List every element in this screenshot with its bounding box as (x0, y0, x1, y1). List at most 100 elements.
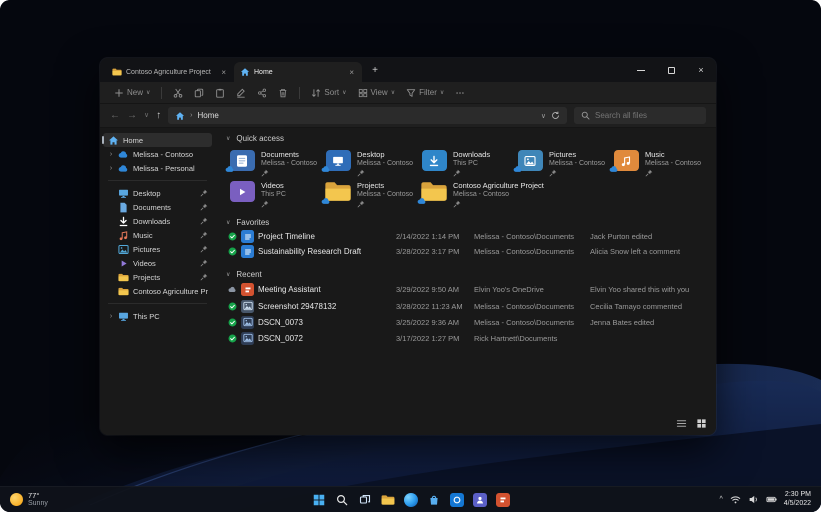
expand-chevron-icon[interactable]: › (108, 151, 114, 158)
powerpoint-button[interactable] (494, 491, 511, 508)
tile-contoso-agriculture-project[interactable]: Contoso Agriculture Project Melissa - Co… (420, 180, 544, 207)
tile-videos[interactable]: Videos This PC (228, 180, 324, 207)
back-button[interactable]: ← (110, 111, 120, 121)
task-view-icon (359, 494, 371, 506)
tile-music[interactable]: Music Melissa - Contoso (612, 149, 701, 176)
time: 2:30 PM (784, 491, 811, 500)
tile-desktop[interactable]: Desktop Melissa - Contoso (324, 149, 420, 176)
file-activity: Alicia Snow left a comment (590, 247, 708, 256)
filter-button[interactable]: Filter ∨ (402, 86, 448, 100)
section-header-recent[interactable]: ∨ Recent (226, 268, 708, 281)
teams-button[interactable] (471, 491, 488, 508)
sidebar-item-projects[interactable]: Projects (103, 270, 212, 284)
sidebar-item-downloads[interactable]: Downloads (103, 214, 212, 228)
edge-button[interactable] (402, 491, 419, 508)
address-dropdown-chevron[interactable]: ∨ (541, 112, 546, 120)
more-options-button[interactable] (451, 86, 469, 100)
sidebar-item-videos[interactable]: Videos (103, 256, 212, 270)
battery-icon[interactable] (766, 494, 777, 505)
minimize-button[interactable] (626, 58, 656, 82)
home-icon (175, 111, 185, 121)
breadcrumb[interactable]: › Home ∨ (168, 107, 567, 124)
tab-home[interactable]: Home × (234, 62, 362, 82)
pin-icon (200, 189, 208, 197)
sidebar-item-melissa-contoso[interactable]: › Melissa - Contoso (103, 147, 212, 161)
file-row-project-timeline[interactable]: Project Timeline 2/14/2022 1:14 PM Melis… (228, 229, 708, 244)
sidebar-item-pictures[interactable]: Pictures (103, 242, 212, 256)
weather-condition: Sunny (28, 500, 48, 508)
new-tab-button[interactable]: + (367, 63, 383, 79)
view-button[interactable]: View ∨ (354, 86, 400, 100)
section-header-quick-access[interactable]: ∨ Quick access (226, 132, 708, 145)
clock[interactable]: 2:30 PM 4/5/2022 (784, 491, 811, 508)
weather-widget[interactable]: 77° Sunny (10, 491, 48, 508)
new-button[interactable]: New ∨ (110, 86, 154, 100)
large-thumbnails-view-button[interactable] (696, 418, 707, 429)
taskbar-app-icons (310, 491, 511, 508)
tile-projects[interactable]: Projects Melissa - Contoso (324, 180, 420, 207)
downloads-folder-icon (420, 149, 448, 171)
file-explorer-button[interactable] (379, 491, 396, 508)
quick-access-row-2: Videos This PC Projects Melissa - Conto (228, 180, 708, 207)
breadcrumb-segment[interactable]: Home (197, 111, 218, 120)
sort-button[interactable]: Sort ∨ (307, 86, 350, 100)
sidebar-item-documents[interactable]: Documents (103, 200, 212, 214)
file-row-meeting-assistant[interactable]: Meeting Assistant 3/29/2022 9:50 AM Elvi… (228, 281, 708, 298)
store-button[interactable] (425, 491, 442, 508)
close-button[interactable]: × (686, 58, 716, 82)
collapse-chevron-icon[interactable]: ∨ (226, 219, 230, 226)
sidebar-item-melissa-personal[interactable]: › Melissa - Personal (103, 161, 212, 175)
collapse-chevron-icon[interactable]: ∨ (226, 135, 230, 142)
share-button[interactable] (253, 86, 271, 100)
up-button[interactable]: ↑ (156, 111, 161, 121)
address-bar: ← → ∨ ↑ › Home ∨ (100, 104, 716, 128)
hidden-icons-chevron[interactable]: ^ (719, 496, 722, 503)
sidebar-item-desktop[interactable]: Desktop (103, 186, 212, 200)
file-location: Elvin Yoo's OneDrive (474, 285, 590, 294)
pin-icon (261, 169, 268, 176)
paste-icon (215, 88, 225, 98)
close-tab-icon[interactable]: × (347, 68, 356, 77)
close-tab-icon[interactable]: × (219, 68, 228, 77)
file-row-dscn-0072[interactable]: DSCN_0072 3/17/2022 1:27 PM Rick Hartnet… (228, 330, 708, 346)
sidebar-item-contoso-agriculture-project[interactable]: Contoso Agriculture Project (103, 284, 212, 298)
volume-icon[interactable] (748, 494, 759, 505)
tile-documents[interactable]: Documents Melissa - Contoso (228, 149, 324, 176)
onedrive-cloud-badge-icon (417, 197, 427, 205)
forward-button[interactable]: → (127, 111, 137, 121)
tab-contoso-agriculture-project[interactable]: Contoso Agriculture Project × (106, 62, 234, 82)
rename-button[interactable] (232, 86, 250, 100)
copy-button[interactable] (190, 86, 208, 100)
sidebar-item-music[interactable]: Music (103, 228, 212, 242)
file-date: 3/25/2022 9:36 AM (396, 318, 474, 327)
task-view-button[interactable] (356, 491, 373, 508)
file-date: 2/14/2022 1:14 PM (396, 232, 474, 241)
cut-button[interactable] (169, 86, 187, 100)
file-row-dscn-0073[interactable]: DSCN_0073 3/25/2022 9:36 AM Melissa - Co… (228, 314, 708, 330)
search-button[interactable] (333, 491, 350, 508)
file-row-screenshot-29478132[interactable]: Screenshot 29478132 3/28/2022 11:23 AM M… (228, 298, 708, 314)
file-row-sustainability-research-draft[interactable]: Sustainability Research Draft 3/28/2022 … (228, 244, 708, 259)
tile-downloads[interactable]: Downloads This PC (420, 149, 516, 176)
delete-button[interactable] (274, 86, 292, 100)
sidebar-item-label: Melissa - Contoso (133, 150, 208, 159)
paste-button[interactable] (211, 86, 229, 100)
expand-chevron-icon[interactable]: › (108, 165, 114, 172)
search-box[interactable] (574, 107, 706, 124)
refresh-button[interactable] (551, 111, 560, 120)
desktop-icon (118, 188, 129, 199)
details-view-button[interactable] (676, 418, 687, 429)
start-button[interactable] (310, 491, 327, 508)
tab-label: Contoso Agriculture Project (126, 69, 215, 76)
maximize-button[interactable] (656, 58, 686, 82)
network-icon[interactable] (730, 494, 741, 505)
expand-chevron-icon[interactable]: › (108, 313, 114, 320)
search-input[interactable] (595, 111, 699, 120)
sidebar-item-home[interactable]: Home (103, 133, 212, 147)
outlook-button[interactable] (448, 491, 465, 508)
collapse-chevron-icon[interactable]: ∨ (226, 271, 230, 278)
recent-locations-chevron[interactable]: ∨ (144, 111, 149, 121)
section-header-favorites[interactable]: ∨ Favorites (226, 216, 708, 229)
tile-pictures[interactable]: Pictures Melissa - Contoso (516, 149, 612, 176)
sidebar-item-this-pc[interactable]: › This PC (103, 309, 212, 323)
